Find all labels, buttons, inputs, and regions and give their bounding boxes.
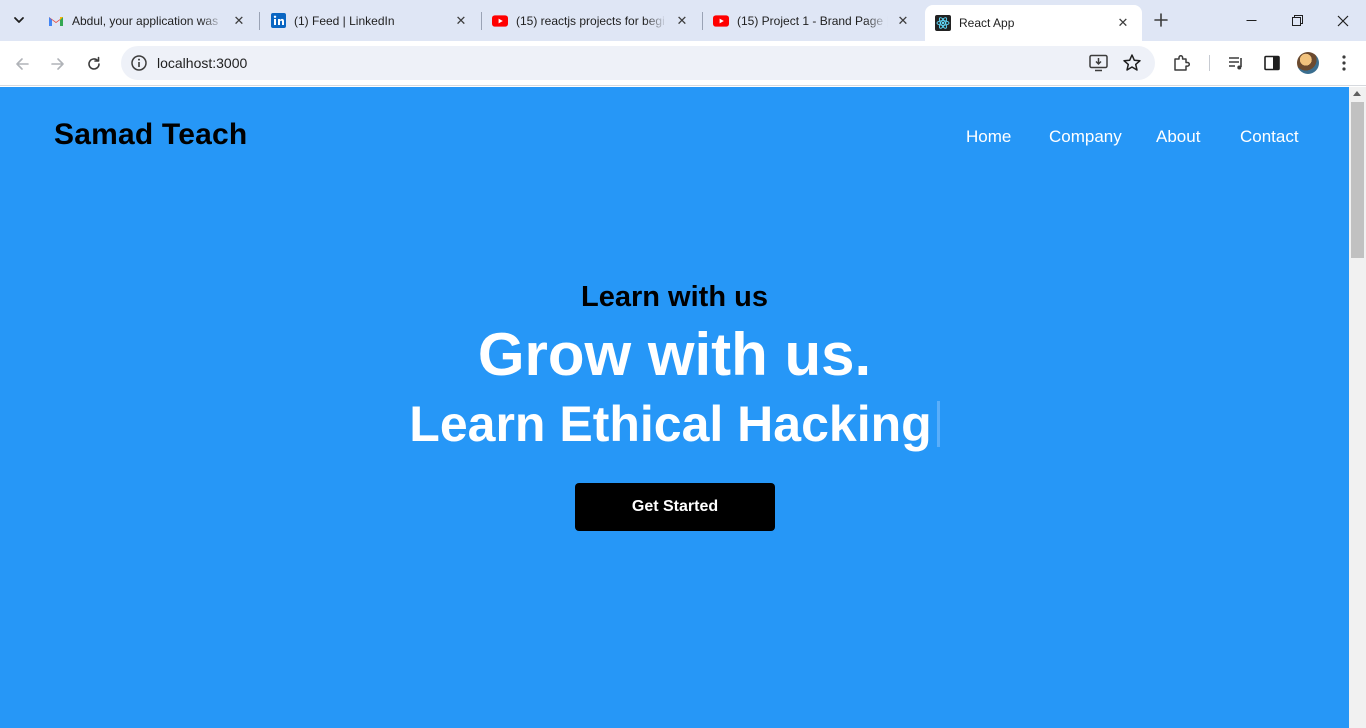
nav-link-about[interactable]: About [1156, 127, 1200, 147]
minimize-icon [1246, 20, 1256, 21]
toolbar-divider [1209, 55, 1210, 71]
tab-title: (1) Feed | LinkedIn [294, 13, 395, 28]
arrow-left-icon [16, 58, 29, 70]
close-window-button[interactable] [1320, 0, 1366, 41]
tab-gmail[interactable]: Abdul, your application was ✕ [38, 0, 258, 41]
chevron-down-icon [14, 17, 24, 23]
site-logo[interactable]: Samad Teach [54, 118, 247, 152]
reload-icon [88, 56, 100, 70]
forward-button[interactable] [44, 50, 72, 78]
close-icon[interactable]: ✕ [673, 12, 691, 30]
tab-title: Abdul, your application was [72, 13, 219, 28]
new-tab-button[interactable] [1149, 8, 1173, 32]
typing-cursor [936, 401, 940, 447]
reload-button[interactable] [80, 50, 108, 78]
gmail-icon [48, 13, 64, 29]
minimize-button[interactable] [1228, 0, 1274, 41]
hero-eyebrow: Learn with us [581, 281, 768, 313]
side-panel-icon [1264, 55, 1280, 71]
close-icon[interactable]: ✕ [230, 12, 248, 30]
linkedin-icon [270, 13, 286, 29]
scrollbar-thumb[interactable] [1351, 102, 1364, 258]
close-icon [1337, 15, 1349, 26]
tab-strip: Abdul, your application was ✕ (1) Feed |… [0, 0, 1366, 41]
close-icon[interactable]: ✕ [894, 12, 912, 30]
page-viewport: Samad Teach Home Company About Contact L… [0, 87, 1349, 728]
tab-title: (15) reactjs projects for begi [516, 13, 665, 28]
close-icon[interactable]: ✕ [452, 12, 470, 30]
nav-link-home[interactable]: Home [966, 127, 1011, 147]
browser-toolbar: localhost:3000 [0, 41, 1366, 86]
youtube-icon [492, 13, 508, 29]
youtube-icon [713, 13, 729, 29]
tab-title: React App [959, 16, 1015, 30]
browser-menu-button[interactable] [1333, 52, 1355, 74]
hero-headline: Grow with us. [477, 321, 872, 388]
playlist-icon [1229, 57, 1242, 70]
typed-text: Learn Ethical Hacking [409, 396, 932, 452]
react-icon [935, 15, 951, 31]
address-bar[interactable]: localhost:3000 [121, 46, 1155, 80]
puzzle-icon [1174, 54, 1191, 71]
media-control-button[interactable] [1225, 52, 1247, 74]
tab-title: (15) Project 1 - Brand Page | [737, 13, 888, 28]
profile-avatar[interactable] [1297, 52, 1319, 74]
more-vertical-icon [1342, 55, 1346, 71]
nav-link-contact[interactable]: Contact [1240, 127, 1299, 147]
nav-link-company[interactable]: Company [1049, 127, 1122, 147]
tab-react-app[interactable]: React App ✕ [925, 5, 1142, 41]
get-started-button[interactable]: Get Started [575, 483, 775, 531]
back-button[interactable] [8, 50, 36, 78]
close-icon[interactable]: ✕ [1114, 14, 1132, 32]
install-app-icon[interactable] [1089, 54, 1109, 72]
scroll-up-arrow-icon[interactable] [1353, 91, 1361, 96]
url-text[interactable]: localhost:3000 [157, 55, 247, 71]
site-info-icon[interactable] [130, 54, 148, 72]
tab-youtube-1[interactable]: (15) reactjs projects for begi ✕ [482, 0, 701, 41]
tab-linkedin[interactable]: (1) Feed | LinkedIn ✕ [260, 0, 480, 41]
arrow-right-icon [51, 58, 64, 70]
extensions-button[interactable] [1171, 52, 1193, 74]
plus-icon [1154, 13, 1168, 27]
page-scrollbar[interactable] [1349, 87, 1366, 728]
tab-search-button[interactable] [6, 7, 32, 33]
restore-icon [1291, 15, 1303, 26]
side-panel-button[interactable] [1261, 52, 1283, 74]
restore-button[interactable] [1274, 0, 1320, 41]
hero-typed-line: Learn Ethical Hacking [0, 395, 1349, 453]
tab-youtube-2[interactable]: (15) Project 1 - Brand Page | ✕ [703, 0, 922, 41]
bookmark-star-icon[interactable] [1122, 53, 1142, 73]
